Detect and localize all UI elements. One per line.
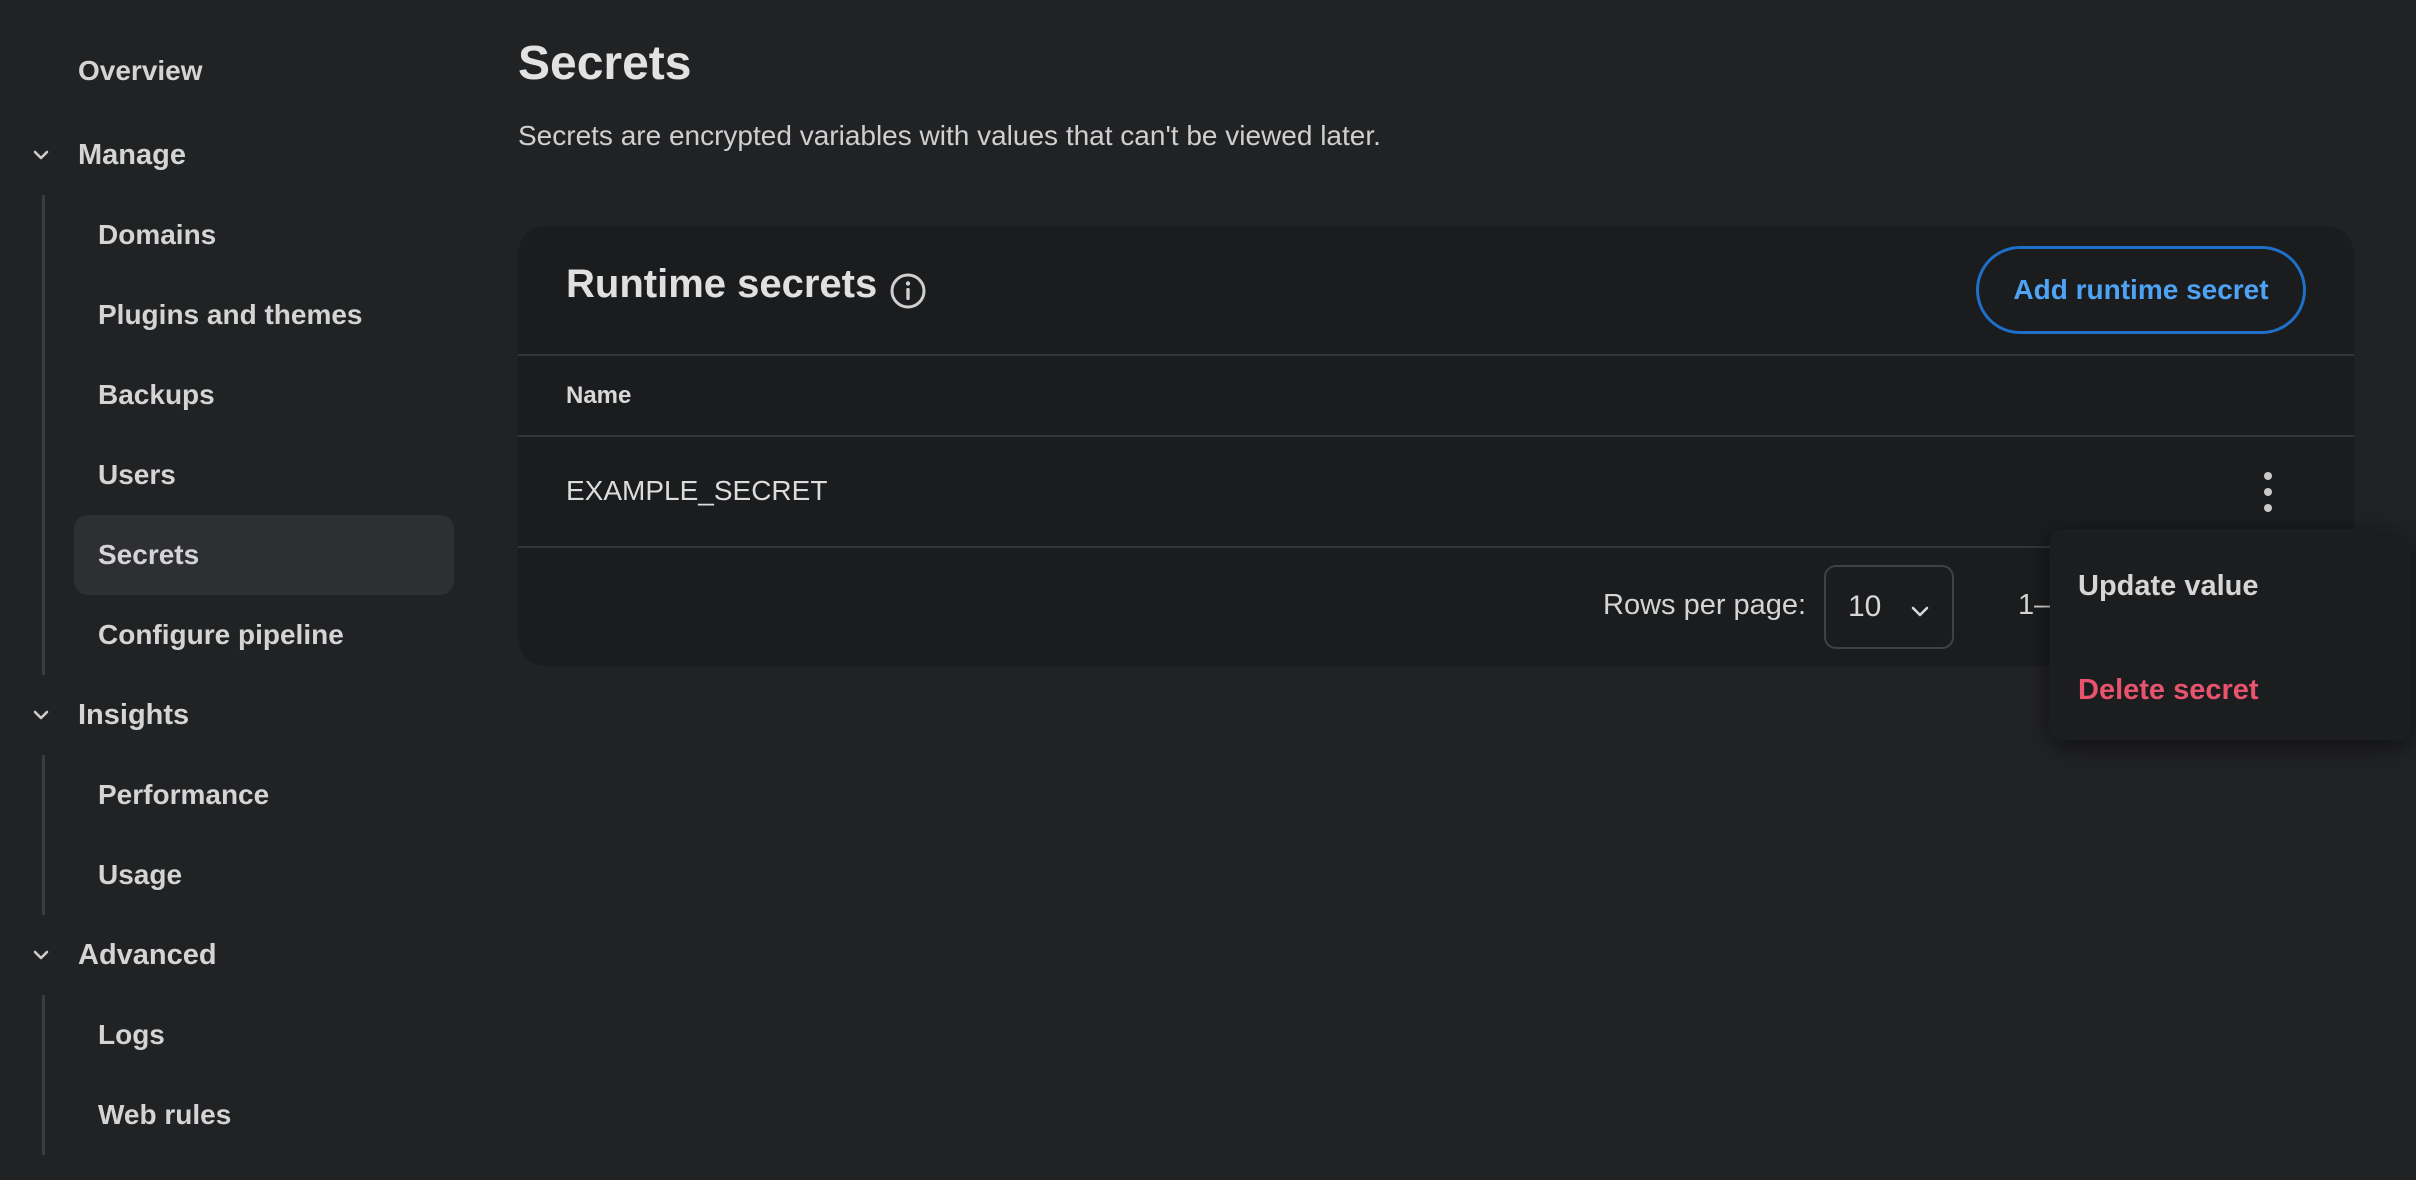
chevron-down-icon: [30, 704, 52, 726]
sidebar-item-performance[interactable]: Performance: [74, 755, 454, 835]
group-manage-label: Manage: [78, 138, 186, 171]
divider: [518, 435, 2354, 437]
sidebar-item-domains[interactable]: Domains: [74, 195, 454, 275]
delete-secret-menu-item[interactable]: Delete secret: [2078, 674, 2259, 707]
sidebar: Overview Manage Domains Plugins and them…: [0, 0, 470, 1180]
update-value-menu-item[interactable]: Update value: [2078, 570, 2259, 603]
group-advanced-label: Advanced: [78, 938, 217, 971]
secret-actions-menu: Update value Delete secret: [2050, 530, 2410, 740]
rows-per-page-value: 10: [1848, 590, 1882, 623]
sidebar-item-backups[interactable]: Backups: [74, 355, 454, 435]
chevron-down-icon: [30, 144, 52, 166]
chevron-down-icon: [30, 944, 52, 966]
sidebar-item-users[interactable]: Users: [74, 435, 454, 515]
chevron-down-icon: [1908, 597, 1932, 621]
rows-per-page-select[interactable]: 10: [1824, 565, 1954, 649]
sidebar-item-usage[interactable]: Usage: [74, 835, 454, 915]
group-insights-toggle[interactable]: Insights: [30, 693, 189, 737]
secret-row-name: EXAMPLE_SECRET: [566, 475, 828, 506]
card-title: Runtime secrets: [566, 262, 878, 306]
group-advanced-rail: [42, 995, 45, 1155]
column-header-name: Name: [566, 382, 632, 409]
app-root: Overview Manage Domains Plugins and them…: [0, 0, 2416, 1180]
sidebar-item-plugins-and-themes[interactable]: Plugins and themes: [74, 275, 454, 355]
sidebar-item-overview[interactable]: Overview: [78, 55, 203, 87]
add-runtime-secret-button[interactable]: Add runtime secret: [1976, 246, 2306, 334]
group-manage-rail: [42, 195, 45, 675]
sidebar-item-configure-pipeline[interactable]: Configure pipeline: [74, 595, 454, 675]
group-insights-rail: [42, 755, 45, 915]
group-advanced-toggle[interactable]: Advanced: [30, 933, 217, 977]
group-manage-toggle[interactable]: Manage: [30, 133, 186, 177]
group-insights-label: Insights: [78, 698, 190, 731]
sidebar-item-web-rules[interactable]: Web rules: [74, 1075, 454, 1155]
sidebar-item-logs[interactable]: Logs: [74, 995, 454, 1075]
rows-per-page-label: Rows per page:: [1603, 589, 1807, 621]
more-options-icon[interactable]: [2248, 466, 2288, 518]
divider: [518, 354, 2354, 356]
page-title: Secrets: [518, 37, 692, 90]
page-subtitle: Secrets are encrypted variables with val…: [518, 120, 1381, 151]
info-icon[interactable]: [888, 271, 928, 311]
sidebar-item-secrets[interactable]: Secrets: [74, 515, 454, 595]
